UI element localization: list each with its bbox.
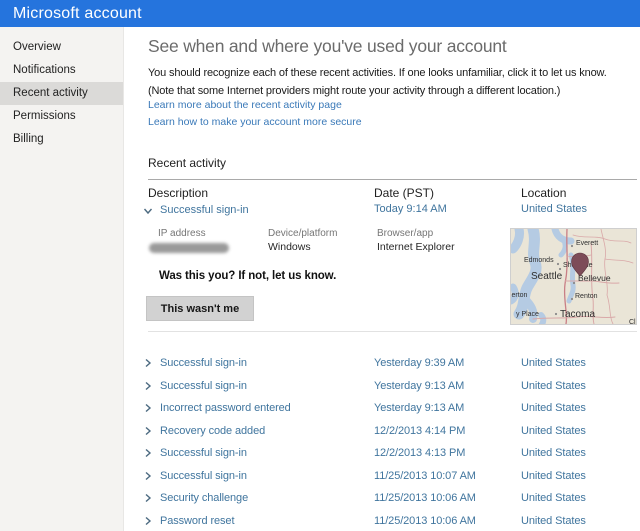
activity-location: United States — [521, 447, 586, 459]
column-description: Description — [148, 186, 208, 200]
map-city-dot — [555, 313, 557, 315]
ip-address-redacted — [149, 243, 229, 253]
location-map: EverettEdmondsShorelineSeattleBellevueer… — [510, 228, 637, 325]
learn-more-link[interactable]: Learn more about the recent activity pag… — [148, 99, 342, 111]
device-platform-value: Windows — [268, 241, 311, 253]
activity-description: Security challenge — [160, 492, 248, 504]
activity-description: Password reset — [160, 515, 234, 527]
activity-date: 11/25/2013 10:06 AM — [374, 515, 476, 527]
main-content: See when and where you've used your acco… — [124, 27, 640, 531]
app-header: Microsoft account — [0, 0, 640, 27]
intro-line-1: You should recognize each of these recen… — [148, 64, 607, 82]
activity-description: Successful sign-in — [160, 380, 247, 392]
browser-app-label: Browser/app — [377, 228, 433, 239]
column-location: Location — [521, 186, 566, 200]
activity-row[interactable]: Security challenge 11/25/2013 10:06 AM U… — [124, 487, 640, 510]
map-city-dot — [559, 268, 561, 270]
activity-date: Yesterday 9:13 AM — [374, 402, 464, 414]
chevron-down-icon — [143, 206, 153, 216]
ip-address-label: IP address — [158, 228, 206, 239]
sidebar-item-overview[interactable]: Overview — [0, 36, 123, 59]
map-city-dot — [573, 282, 575, 284]
sidebar-item-billing[interactable]: Billing — [0, 128, 123, 151]
intro-line-2: (Note that some Internet providers might… — [148, 82, 607, 100]
activity-date: 11/25/2013 10:07 AM — [374, 470, 476, 482]
activity-date: 12/2/2013 4:14 PM — [374, 425, 465, 437]
activity-location: United States — [521, 515, 586, 527]
map-city-label: erton — [512, 292, 528, 299]
activity-rows: Successful sign-in Yesterday 9:39 AM Uni… — [124, 352, 640, 531]
app-title: Microsoft account — [13, 0, 142, 27]
sidebar-item-recent-activity[interactable]: Recent activity — [0, 82, 123, 105]
activity-row[interactable]: Password reset 11/25/2013 10:06 AM Unite… — [124, 510, 640, 531]
map-city-label: Renton — [575, 293, 598, 300]
map-city-label: Cl — [629, 319, 636, 324]
chevron-right-icon — [143, 493, 153, 503]
map-city-dot — [571, 245, 573, 247]
map-city-label: y Place — [516, 311, 539, 318]
activity-row[interactable]: Successful sign-in Yesterday 9:39 AM Uni… — [124, 352, 640, 375]
intro-text: You should recognize each of these recen… — [148, 64, 607, 100]
sidebar-nav: Overview Notifications Recent activity P… — [0, 36, 123, 151]
section-title: Recent activity — [148, 156, 226, 170]
map-city-dot — [571, 298, 573, 300]
browser-app-value: Internet Explorer — [377, 241, 455, 253]
activity-location: United States — [521, 425, 586, 437]
activity-description: Successful sign-in — [160, 204, 249, 216]
activity-location: United States — [521, 203, 587, 215]
was-this-you-prompt: Was this you? If not, let us know. — [159, 270, 336, 282]
chevron-right-icon — [143, 516, 153, 526]
section-divider — [148, 179, 637, 180]
location-map-svg: EverettEdmondsShorelineSeattleBellevueer… — [511, 229, 636, 324]
activity-row[interactable]: Successful sign-in 12/2/2013 4:13 PM Uni… — [124, 442, 640, 465]
activity-location: United States — [521, 470, 586, 482]
activity-description: Successful sign-in — [160, 447, 247, 459]
activity-row[interactable]: Incorrect password entered Yesterday 9:1… — [124, 397, 640, 420]
activity-description: Incorrect password entered — [160, 402, 291, 414]
activity-row[interactable]: Successful sign-in 11/25/2013 10:07 AM U… — [124, 465, 640, 488]
sidebar-item-notifications[interactable]: Notifications — [0, 59, 123, 82]
activity-date: 12/2/2013 4:13 PM — [374, 447, 465, 459]
activity-date: Yesterday 9:39 AM — [374, 357, 464, 369]
this-wasnt-me-button[interactable]: This wasn't me — [146, 296, 254, 321]
map-city-dot — [557, 263, 559, 265]
activity-location: United States — [521, 492, 586, 504]
chevron-right-icon — [143, 471, 153, 481]
activity-date: 11/25/2013 10:06 AM — [374, 492, 476, 504]
chevron-right-icon — [143, 448, 153, 458]
table-header: Description Date (PST) Location — [124, 186, 640, 202]
activity-description: Recovery code added — [160, 425, 265, 437]
map-city-label: Edmonds — [524, 257, 554, 264]
sidebar: Overview Notifications Recent activity P… — [0, 27, 124, 531]
list-divider — [148, 331, 637, 332]
activity-row[interactable]: Successful sign-in Yesterday 9:13 AM Uni… — [124, 375, 640, 398]
map-city-label: Seattle — [531, 271, 563, 282]
chevron-right-icon — [143, 358, 153, 368]
column-date: Date (PST) — [374, 186, 434, 200]
activity-location: United States — [521, 402, 586, 414]
map-city-label: Everett — [576, 240, 598, 247]
activity-row[interactable]: Recovery code added 12/2/2013 4:14 PM Un… — [124, 420, 640, 443]
secure-account-link[interactable]: Learn how to make your account more secu… — [148, 116, 362, 128]
map-city-label: Bellevue — [578, 273, 611, 283]
sidebar-item-permissions[interactable]: Permissions — [0, 105, 123, 128]
activity-date: Yesterday 9:13 AM — [374, 380, 464, 392]
activity-date: Today 9:14 AM — [374, 203, 447, 215]
activity-row-expanded[interactable]: Successful sign-in Today 9:14 AM United … — [124, 203, 640, 220]
chevron-right-icon — [143, 403, 153, 413]
map-city-label: Tacoma — [560, 309, 595, 320]
activity-location: United States — [521, 357, 586, 369]
chevron-right-icon — [143, 426, 153, 436]
device-platform-label: Device/platform — [268, 228, 337, 239]
activity-description: Successful sign-in — [160, 470, 247, 482]
chevron-right-icon — [143, 381, 153, 391]
activity-location: United States — [521, 380, 586, 392]
activity-description: Successful sign-in — [160, 357, 247, 369]
page-title: See when and where you've used your acco… — [148, 36, 507, 57]
